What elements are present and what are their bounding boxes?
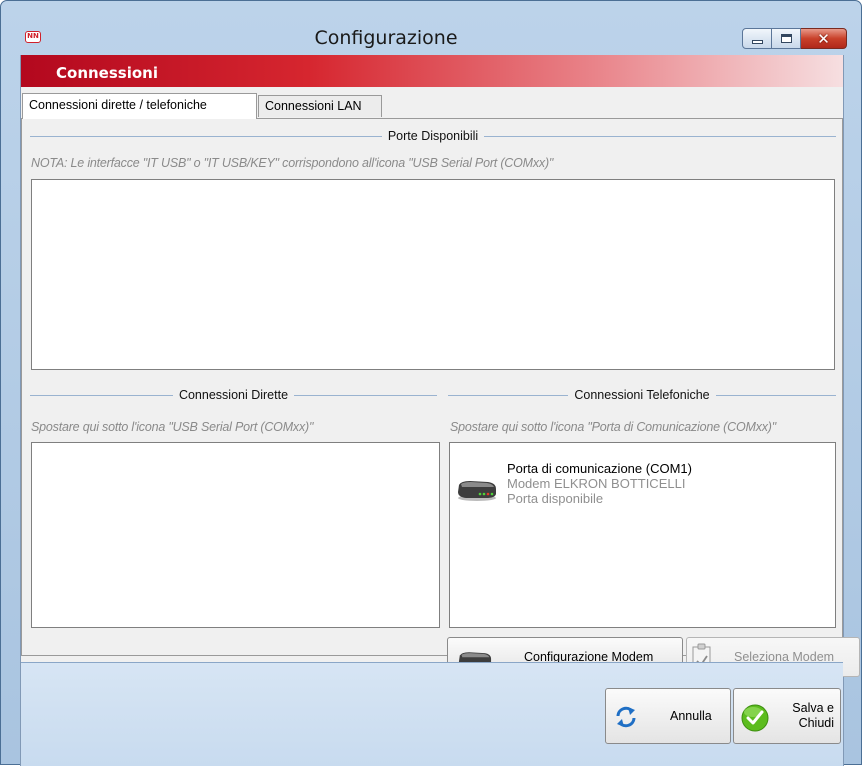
salva-label-line1: Salva e [792, 701, 834, 715]
connessioni-dirette-list[interactable] [31, 442, 440, 628]
tab-panel: Porte Disponibili NOTA: Le interfacce "I… [21, 118, 860, 677]
porte-disponibili-label: Porte Disponibili [387, 129, 479, 143]
annulla-button[interactable]: Annulla [605, 688, 731, 744]
com1-status: Porta disponibile [507, 491, 604, 506]
green-check-icon [741, 704, 769, 732]
footer-bar: Annulla Salva e Chiudi [21, 662, 843, 766]
salva-e-chiudi-label: Salva e Chiudi [792, 701, 834, 731]
modem-icon [458, 481, 496, 501]
tab-connessioni-lan[interactable]: Connessioni LAN [258, 95, 382, 117]
tab-connessioni-dirette-telefoniche[interactable]: Connessioni dirette / telefoniche [22, 93, 257, 119]
minimize-icon [751, 39, 763, 44]
porte-disponibili-group-header: Porte Disponibili [30, 129, 837, 143]
configurazione-window: NN Configurazione ✕ Connessioni Connessi… [0, 0, 862, 766]
connessioni-telefoniche-hint: Spostare qui sotto l'icona "Porta di Com… [450, 420, 776, 434]
salva-label-line2: Chiudi [798, 716, 834, 730]
title-bar[interactable]: NN Configurazione ✕ [1, 1, 861, 53]
annulla-label: Annulla [670, 709, 712, 723]
connessioni-dirette-group-header: Connessioni Dirette [30, 388, 437, 402]
salva-e-chiudi-button[interactable]: Salva e Chiudi [733, 688, 841, 744]
porte-note: NOTA: Le interfacce "IT USB" o "IT USB/K… [31, 156, 554, 170]
porte-disponibili-list[interactable] [31, 179, 835, 370]
connessioni-telefoniche-list[interactable]: Porta di comunicazione (COM1) Modem ELKR… [449, 442, 836, 628]
maximize-button[interactable] [772, 28, 801, 49]
connessioni-telefoniche-label: Connessioni Telefoniche [574, 388, 710, 402]
client-area: Connessioni Connessioni dirette / telefo… [20, 55, 860, 766]
window-controls: ✕ [742, 28, 847, 50]
connessioni-telefoniche-group-header: Connessioni Telefoniche [448, 388, 836, 402]
section-header-connessioni: Connessioni [21, 55, 843, 87]
refresh-arrows-icon [616, 706, 636, 728]
connessioni-dirette-label: Connessioni Dirette [178, 388, 289, 402]
com1-port-name: Porta di comunicazione (COM1) [507, 461, 692, 476]
window-title: Configurazione [314, 27, 458, 49]
close-button[interactable]: ✕ [801, 28, 847, 49]
com1-details: Porta di comunicazione (COM1) Modem ELKR… [507, 461, 692, 506]
connessioni-dirette-hint: Spostare qui sotto l'icona "USB Serial P… [31, 420, 314, 434]
com1-modem-name: Modem ELKRON BOTTICELLI [507, 476, 686, 491]
close-icon: ✕ [817, 29, 830, 48]
maximize-icon [780, 34, 792, 43]
list-item-com1[interactable]: Porta di comunicazione (COM1) Modem ELKR… [454, 461, 834, 521]
minimize-button[interactable] [742, 28, 772, 49]
